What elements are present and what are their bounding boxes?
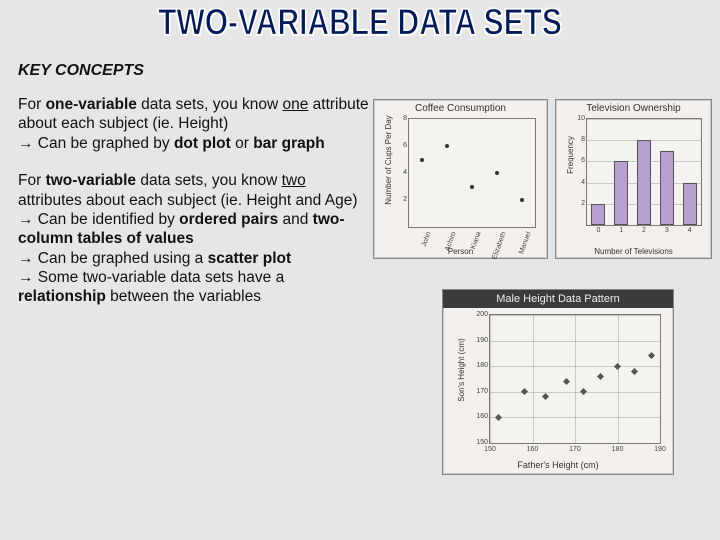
plot-area: 2468JohnAchiroKianaElizabethManuel	[408, 118, 536, 228]
x-tick-label: 180	[608, 446, 628, 453]
bar	[637, 140, 651, 225]
x-tick-label: 2	[633, 227, 656, 234]
data-point	[470, 185, 474, 189]
para-two-variable-graph: → Can be graphed using a scatter plot	[18, 249, 370, 268]
y-tick-label: 160	[468, 413, 488, 420]
x-tick-label: 150	[480, 446, 500, 453]
y-tick-label: 8	[397, 115, 407, 122]
y-tick-label: 190	[468, 337, 488, 344]
y-tick-label: 170	[468, 388, 488, 395]
chart-title: Male Height Data Pattern	[443, 290, 673, 308]
plot-area: 150160170180190150160170180190200	[489, 314, 661, 444]
y-axis-label: Son's Height (cm)	[457, 310, 466, 430]
data-point	[445, 144, 449, 148]
para-two-variable: For two-variable data sets, you know two…	[18, 171, 370, 210]
chart-height-scatter: Male Height Data Pattern Son's Height (c…	[442, 289, 674, 475]
y-tick-label: 10	[573, 115, 585, 122]
x-tick-label: 170	[565, 446, 585, 453]
data-point	[614, 363, 621, 370]
data-point	[420, 158, 424, 162]
x-tick-label: 3	[655, 227, 678, 234]
bar	[591, 204, 605, 225]
x-tick-label: 4	[678, 227, 701, 234]
page-title: TWO-VARIABLE DATA SETS	[0, 2, 720, 45]
key-concepts-heading: KEY CONCEPTS	[18, 62, 144, 80]
para-one-variable: For one-variable data sets, you know one…	[18, 95, 370, 134]
data-point	[495, 171, 499, 175]
para-two-variable-identify: → Can be identified by ordered pairs and…	[18, 210, 370, 249]
bar	[614, 161, 628, 225]
data-point	[631, 368, 638, 375]
para-one-variable-graphs: → Can be graphed by dot plot or bar grap…	[18, 134, 370, 153]
x-axis-label: Number of Televisions	[556, 247, 711, 256]
chart-coffee-dotplot: Coffee Consumption Number of Cups Per Da…	[373, 99, 548, 259]
y-tick-label: 6	[397, 142, 407, 149]
y-tick-label: 2	[573, 200, 585, 207]
bar	[660, 151, 674, 225]
chart-title: Coffee Consumption	[374, 100, 547, 115]
y-tick-label: 150	[468, 439, 488, 446]
chart-title: Television Ownership	[556, 100, 711, 115]
slide: TWO-VARIABLE DATA SETS KEY CONCEPTS For …	[0, 0, 720, 540]
x-axis-label: Father's Height (cm)	[443, 460, 673, 470]
chart-tv-barchart: Television Ownership Frequency 246810012…	[555, 99, 712, 259]
bar	[683, 183, 697, 225]
x-tick-label: 160	[523, 446, 543, 453]
data-point	[520, 388, 527, 395]
y-tick-label: 8	[573, 136, 585, 143]
y-axis-label: Number of Cups Per Day	[384, 110, 393, 210]
x-tick-label: 1	[610, 227, 633, 234]
data-point	[597, 373, 604, 380]
y-tick-label: 6	[573, 157, 585, 164]
y-tick-label: 180	[468, 362, 488, 369]
y-tick-label: 2	[397, 196, 407, 203]
para-two-variable-relationship: → Some two-variable data sets have a rel…	[18, 268, 370, 307]
data-point	[580, 388, 587, 395]
y-tick-label: 4	[397, 169, 407, 176]
data-point	[563, 378, 570, 385]
x-tick-label: 190	[650, 446, 670, 453]
body-text: For one-variable data sets, you know one…	[18, 95, 370, 307]
y-tick-label: 4	[573, 179, 585, 186]
plot-area: 24681001234	[586, 118, 702, 226]
data-point	[495, 414, 502, 421]
data-point	[542, 393, 549, 400]
x-axis-label: Person	[374, 247, 547, 256]
x-tick-label: 0	[587, 227, 610, 234]
y-axis-label: Frequency	[566, 110, 575, 200]
data-point	[648, 352, 655, 359]
y-tick-label: 200	[468, 311, 488, 318]
data-point	[520, 198, 524, 202]
